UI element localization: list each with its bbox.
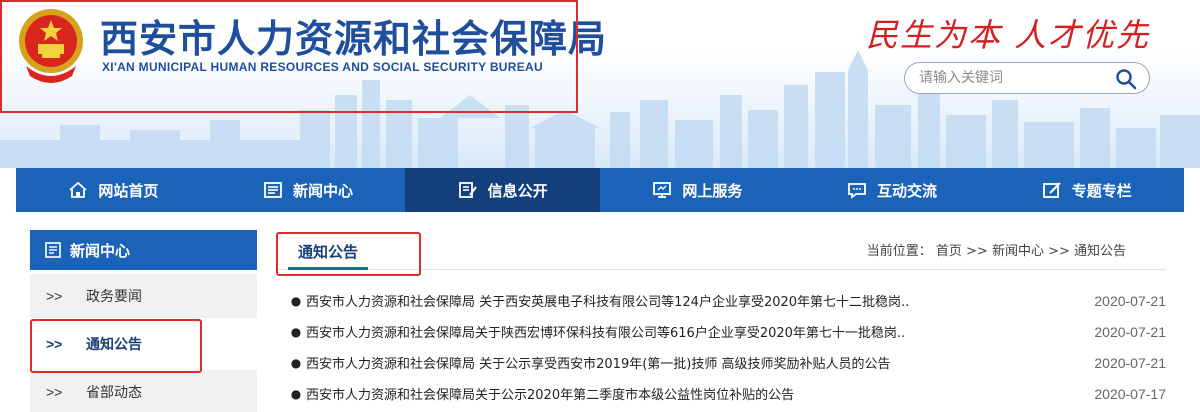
news-icon xyxy=(264,182,282,198)
news-date: 2020-07-21 xyxy=(1094,323,1166,340)
highlight-box-sidebar xyxy=(30,319,202,373)
tab-bar: 通知公告 当前位置： 首页 >> 新闻中心 >> 通知公告 xyxy=(276,230,1166,276)
highlight-box-header xyxy=(0,0,578,113)
nav-label: 新闻中心 xyxy=(293,181,354,200)
nav-item-special-topics[interactable]: 专题专栏 xyxy=(989,168,1184,212)
bullet-icon: ● xyxy=(290,324,302,339)
news-item[interactable]: ● 西安市人力资源和社会保障局 关于西安英展电子科技有限公司等124户企业享受2… xyxy=(286,285,1166,316)
sidebar-title: 新闻中心 xyxy=(70,241,131,260)
bullet-icon: ● xyxy=(290,386,302,401)
edit-icon xyxy=(458,182,477,198)
bullet-icon: ● xyxy=(290,355,302,370)
sidebar-item-label: 政务要闻 xyxy=(86,289,142,305)
bullet-icon: ● xyxy=(290,293,302,308)
search-icon[interactable] xyxy=(1115,68,1137,90)
search-box[interactable] xyxy=(904,62,1150,94)
news-date: 2020-07-21 xyxy=(1094,354,1166,371)
main-content: 通知公告 当前位置： 首页 >> 新闻中心 >> 通知公告 ● 西安市人力资源和… xyxy=(276,230,1186,412)
nav-label: 信息公开 xyxy=(487,181,548,200)
chat-icon xyxy=(848,183,866,199)
news-icon xyxy=(45,242,61,258)
pen-icon xyxy=(1042,182,1061,198)
nav-item-home[interactable]: 网站首页 xyxy=(16,168,211,212)
nav-label: 专题专栏 xyxy=(1071,181,1132,200)
main-nav: 网站首页 新闻中心 信息公开 网上服务 互动交流 专题专栏 xyxy=(16,168,1184,212)
news-item[interactable]: ● 西安市人力资源和社会保障局关于公示2020年第二季度市本级公益性岗位补贴的公… xyxy=(286,378,1166,409)
news-date: 2020-07-21 xyxy=(1094,292,1166,309)
sidebar-header: 新闻中心 xyxy=(30,230,257,270)
sidebar-item-government-news[interactable]: >> 政务要闻 xyxy=(30,274,257,318)
nav-item-info-disclosure[interactable]: 信息公开 xyxy=(405,168,601,212)
nav-item-online-service[interactable]: 网上服务 xyxy=(600,168,795,212)
news-date: 2020-07-17 xyxy=(1094,385,1166,402)
arrow-icon: >> xyxy=(46,288,63,304)
news-list: ● 西安市人力资源和社会保障局 关于西安英展电子科技有限公司等124户企业享受2… xyxy=(286,285,1166,409)
slogan: 民生为本 人才优先 xyxy=(866,16,1151,54)
news-title[interactable]: 西安市人力资源和社会保障局 关于西安英展电子科技有限公司等124户企业享受202… xyxy=(306,291,1006,310)
arrow-icon: >> xyxy=(46,384,63,400)
news-title[interactable]: 西安市人力资源和社会保障局 关于公示享受西安市2019年(第一批)技师 高级技师… xyxy=(306,353,1006,372)
nav-item-interaction[interactable]: 互动交流 xyxy=(795,168,990,212)
news-title[interactable]: 西安市人力资源和社会保障局关于公示2020年第二季度市本级公益性岗位补贴的公告 xyxy=(306,384,1006,403)
monitor-icon xyxy=(653,182,672,198)
news-item[interactable]: ● 西安市人力资源和社会保障局 关于公示享受西安市2019年(第一批)技师 高级… xyxy=(286,347,1166,378)
nav-label: 网上服务 xyxy=(682,181,743,200)
search-input[interactable] xyxy=(919,67,1109,89)
sidebar-item-label: 省部动态 xyxy=(86,385,142,401)
nav-label: 网站首页 xyxy=(98,181,159,200)
nav-item-news[interactable]: 新闻中心 xyxy=(211,168,406,212)
nav-label: 互动交流 xyxy=(877,181,938,200)
highlight-box-tab xyxy=(276,232,421,276)
home-icon xyxy=(69,181,87,198)
site-header: 西安市人力资源和社会保障局 XI'AN MUNICIPAL HUMAN RESO… xyxy=(0,0,1200,168)
sidebar-item-ministry-news[interactable]: >> 省部动态 xyxy=(30,370,257,412)
breadcrumb: 当前位置： 首页 >> 新闻中心 >> 通知公告 xyxy=(866,244,1126,259)
news-title[interactable]: 西安市人力资源和社会保障局关于陕西宏博环保科技有限公司等616户企业享受2020… xyxy=(306,322,1006,341)
news-item[interactable]: ● 西安市人力资源和社会保障局关于陕西宏博环保科技有限公司等616户企业享受20… xyxy=(286,316,1166,347)
